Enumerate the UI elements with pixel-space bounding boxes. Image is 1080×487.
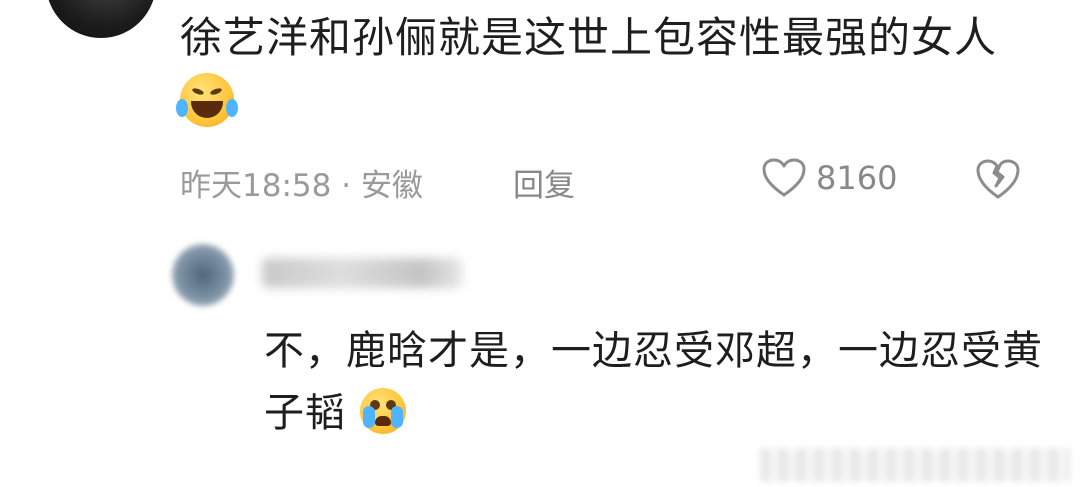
- reply-username-blurred[interactable]: [262, 258, 462, 288]
- comment-body: 徐艺洋和孙俪就是这世上包容性最强的女人: [176, 6, 1000, 134]
- like-count: 8160: [816, 159, 898, 197]
- like-button[interactable]: 8160: [762, 158, 897, 198]
- crying-emoji-icon: [359, 388, 406, 434]
- heart-icon: [762, 158, 806, 197]
- dislike-button[interactable]: [975, 158, 1021, 208]
- comment-meta: 昨天18:58 · 安徽 回复 8160: [180, 158, 1040, 205]
- reply-avatar[interactable]: [172, 244, 234, 306]
- comment-text: 徐艺洋和孙俪就是这世上包容性最强的女人: [180, 13, 998, 62]
- reply-button[interactable]: 回复: [513, 160, 575, 205]
- broken-heart-icon: [976, 159, 1020, 199]
- reply-body: 不，鹿晗才是，一边忍受邓超，一边忍受黄子韬: [264, 320, 1044, 444]
- comment-timestamp: 昨天18:58 · 安徽: [180, 168, 423, 204]
- laughing-emoji-icon: [176, 72, 238, 127]
- watermark: [760, 448, 1070, 482]
- commenter-avatar[interactable]: [46, 0, 156, 38]
